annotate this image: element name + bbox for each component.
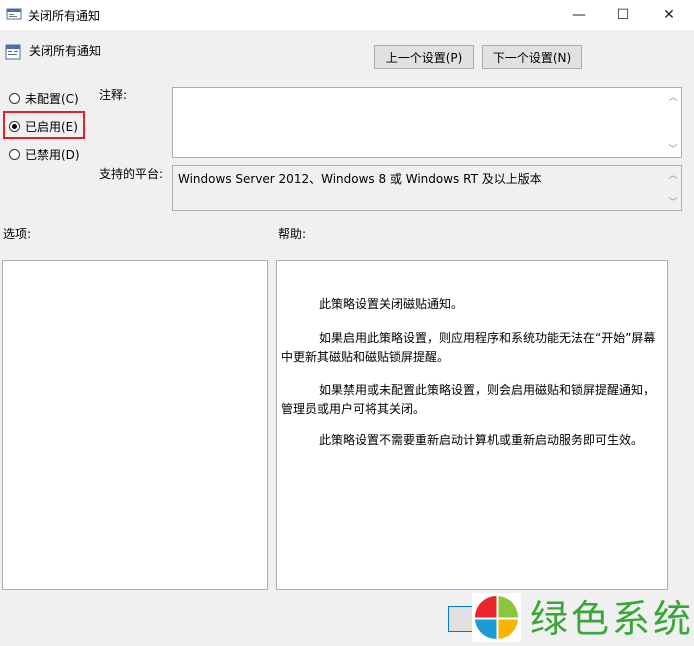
policy-app-icon xyxy=(6,8,22,20)
help-paragraph: 如果启用此策略设置，则应用程序和系统功能无法在“开始”屏幕中更新其磁贴和磁贴锁屏… xyxy=(281,331,656,364)
close-button[interactable]: ✕ xyxy=(646,0,692,30)
help-label: 帮助: xyxy=(278,227,307,241)
help-paragraph: 此策略设置关闭磁贴通知。 xyxy=(319,297,464,311)
scroll-up-icon[interactable]: ︿ xyxy=(665,90,681,103)
maximize-button[interactable]: ☐ xyxy=(600,0,646,30)
radio-not-configured-circle[interactable] xyxy=(9,93,20,104)
comment-textarea[interactable]: ︿ ﹀ xyxy=(172,87,682,158)
setting-title: 关闭所有通知 xyxy=(29,44,102,58)
comment-scrollbar[interactable]: ︿ ﹀ xyxy=(665,88,681,157)
previous-setting-button[interactable]: 上一个设置(P) xyxy=(374,45,474,69)
options-pane xyxy=(2,260,268,590)
minimize-button[interactable]: — xyxy=(556,0,602,30)
platform-scrollbar[interactable]: ︿ ﹀ xyxy=(665,166,681,210)
windows-logo-icon xyxy=(472,593,521,642)
scroll-up-icon[interactable]: ︿ xyxy=(665,168,681,181)
policy-setting-icon xyxy=(5,44,21,60)
scroll-down-icon[interactable]: ﹀ xyxy=(665,195,681,208)
platform-label: 支持的平台: xyxy=(99,167,164,181)
platform-box: Windows Server 2012、Windows 8 或 Windows … xyxy=(172,165,682,211)
platform-value: Windows Server 2012、Windows 8 或 Windows … xyxy=(178,172,542,186)
help-paragraph: 此策略设置不需要重新启动计算机或重新启动服务即可生效。 xyxy=(319,433,644,447)
help-pane: 此策略设置关闭磁贴通知。 如果启用此策略设置，则应用程序和系统功能无法在“开始”… xyxy=(276,260,668,590)
options-label: 选项: xyxy=(3,227,32,241)
comment-label: 注释: xyxy=(99,88,128,102)
radio-not-configured-label: 未配置(C) xyxy=(25,92,79,106)
watermark-text: 绿色系统 xyxy=(530,597,694,641)
window-title: 关闭所有通知 xyxy=(28,9,101,23)
radio-enabled-circle[interactable] xyxy=(9,121,20,132)
radio-disabled[interactable]: 已禁用(D) xyxy=(9,146,80,163)
radio-enabled[interactable]: 已启用(E) xyxy=(9,118,78,135)
next-setting-button[interactable]: 下一个设置(N) xyxy=(482,45,582,69)
help-paragraph: 如果禁用或未配置此策略设置，则会启用磁贴和锁屏提醒通知，管理员或用户可将其关闭。 xyxy=(281,383,656,416)
radio-not-configured[interactable]: 未配置(C) xyxy=(9,90,79,107)
radio-disabled-label: 已禁用(D) xyxy=(25,148,80,162)
scroll-down-icon[interactable]: ﹀ xyxy=(665,142,681,155)
radio-enabled-label: 已启用(E) xyxy=(25,120,78,134)
radio-disabled-circle[interactable] xyxy=(9,149,20,160)
